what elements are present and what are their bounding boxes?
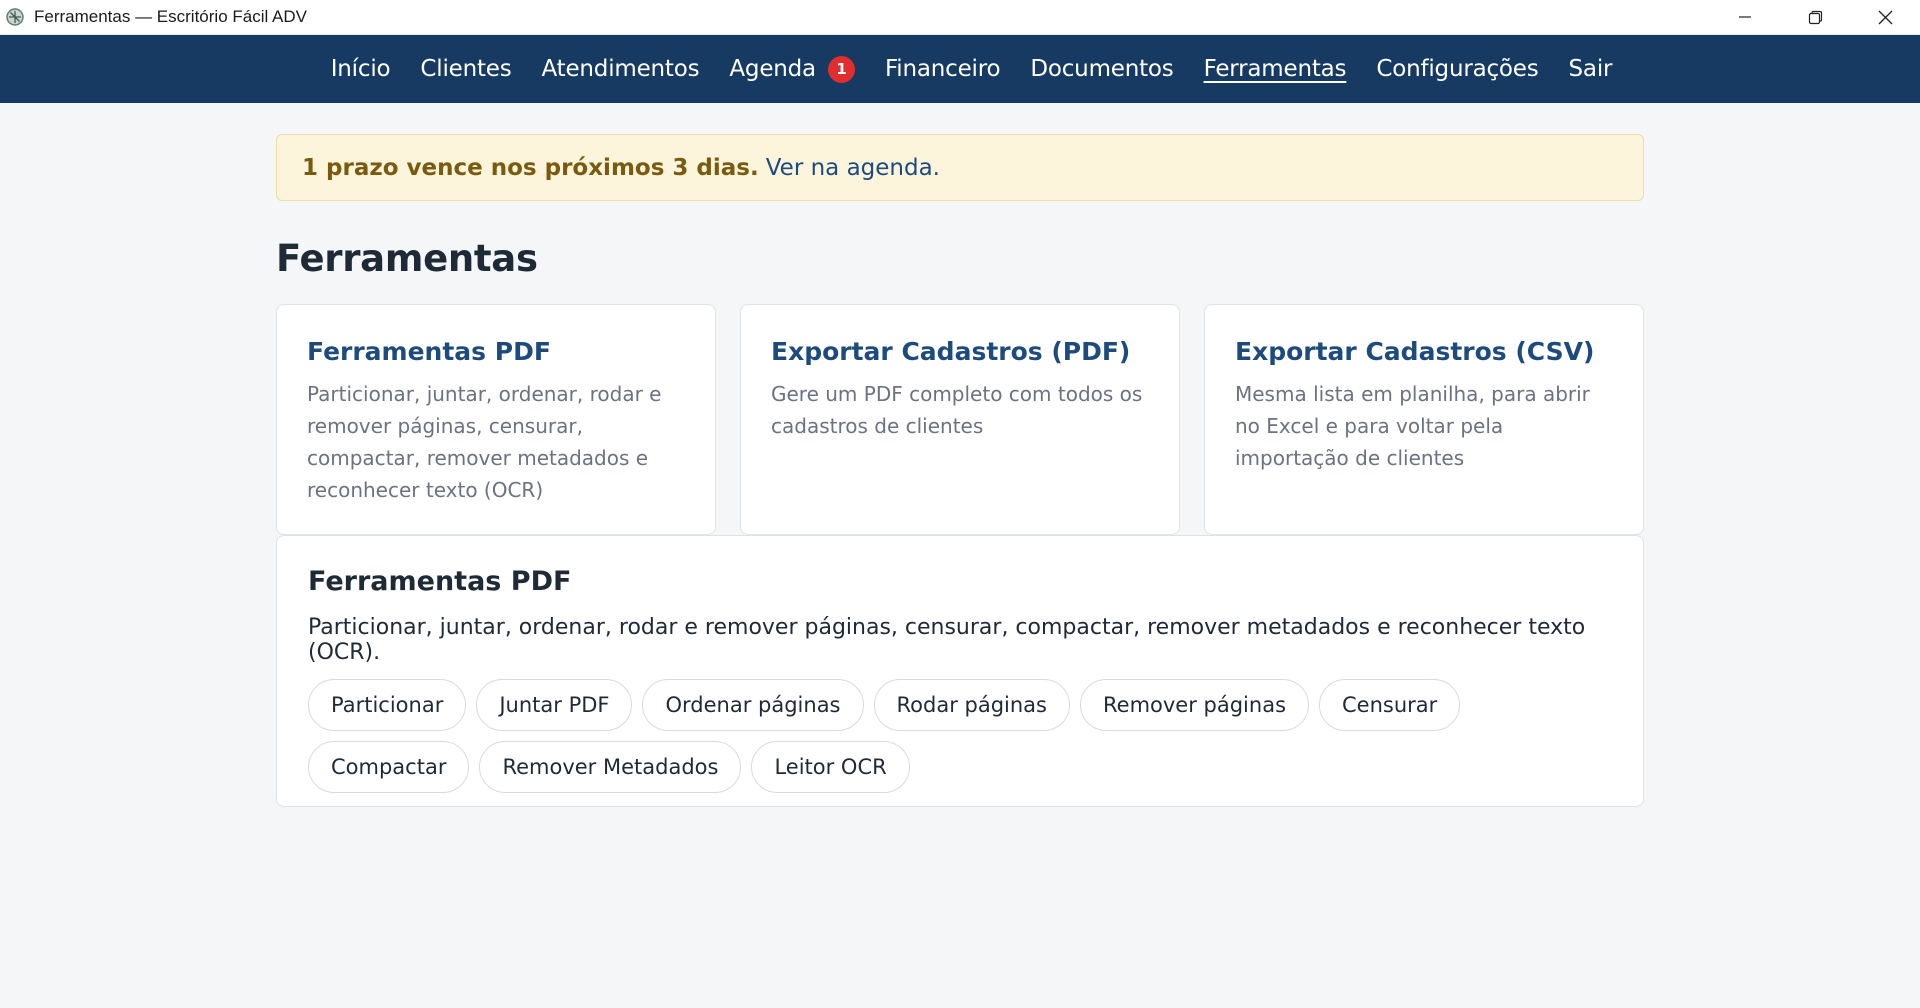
nav-agenda[interactable]: Agenda 1: [714, 55, 870, 83]
nav-ferramentas[interactable]: Ferramentas: [1189, 56, 1362, 82]
restore-icon: [1808, 10, 1822, 24]
nav-label: Clientes: [420, 56, 512, 82]
close-button[interactable]: [1850, 0, 1920, 34]
nav-clientes[interactable]: Clientes: [405, 56, 526, 82]
nav-label: Financeiro: [884, 56, 1001, 82]
panel-title: Ferramentas PDF: [308, 566, 572, 597]
card-ferramentas-pdf[interactable]: Ferramentas PDF Particionar, juntar, ord…: [276, 304, 716, 535]
card-description: Mesma lista em planilha, para abrir no E…: [1235, 382, 1590, 470]
nav-label: Atendimentos: [541, 56, 700, 82]
leitor-ocr-button[interactable]: Leitor OCR: [751, 741, 910, 793]
nav-atendimentos[interactable]: Atendimentos: [527, 56, 715, 82]
nav-configuracoes[interactable]: Configurações: [1361, 56, 1553, 82]
panel-description: Particionar, juntar, ordenar, rodar e re…: [308, 615, 1586, 665]
agenda-count-badge: 1: [827, 55, 855, 83]
card-exportar-csv[interactable]: Exportar Cadastros (CSV) Mesma lista em …: [1204, 304, 1644, 535]
censurar-button[interactable]: Censurar: [1319, 679, 1461, 731]
nav-label: Ferramentas: [1203, 56, 1347, 82]
window-title: Ferramentas — Escritório Fácil ADV: [34, 7, 308, 26]
minimize-icon: [1739, 16, 1751, 18]
nav-sair[interactable]: Sair: [1554, 56, 1628, 82]
remover-metadados-button[interactable]: Remover Metadados: [479, 741, 742, 793]
card-title: Exportar Cadastros (CSV): [1235, 337, 1595, 366]
card-description: Particionar, juntar, ordenar, rodar e re…: [307, 382, 662, 502]
nav-financeiro[interactable]: Financeiro: [870, 56, 1015, 82]
remover-paginas-button[interactable]: Remover páginas: [1080, 679, 1310, 731]
card-exportar-pdf[interactable]: Exportar Cadastros (PDF) Gere um PDF com…: [740, 304, 1180, 535]
window-controls: [1710, 0, 1920, 34]
nav-label: Configurações: [1376, 56, 1539, 82]
pdf-tool-buttons: Particionar Juntar PDF Ordenar páginas R…: [308, 679, 1612, 793]
nav-label: Sair: [1568, 56, 1613, 82]
card-title: Exportar Cadastros (PDF): [771, 337, 1131, 366]
card-title: Ferramentas PDF: [307, 337, 551, 366]
ordenar-paginas-button[interactable]: Ordenar páginas: [642, 679, 864, 731]
minimize-button[interactable]: [1710, 0, 1780, 34]
nav-list: Início Clientes Atendimentos Agenda 1 Fin…: [316, 55, 1628, 83]
main-nav: Início Clientes Atendimentos Agenda 1 Fin…: [0, 35, 1920, 103]
app-icon: [6, 8, 24, 26]
page-title: Ferramentas: [276, 237, 538, 280]
rodar-paginas-button[interactable]: Rodar páginas: [873, 679, 1070, 731]
deadline-alert: 1 prazo vence nos próximos 3 dias. Ver n…: [276, 134, 1644, 201]
juntar-pdf-button[interactable]: Juntar PDF: [476, 679, 633, 731]
pdf-tools-panel: Ferramentas PDF Particionar, juntar, ord…: [276, 535, 1644, 807]
nav-label: Documentos: [1030, 56, 1174, 82]
tool-cards: Ferramentas PDF Particionar, juntar, ord…: [276, 304, 1644, 535]
compactar-button[interactable]: Compactar: [308, 741, 470, 793]
alert-message: 1 prazo vence nos próximos 3 dias.: [302, 154, 759, 181]
alert-agenda-link[interactable]: Ver na agenda.: [766, 155, 940, 181]
nav-label: Início: [330, 56, 391, 82]
close-icon: [1878, 10, 1892, 24]
restore-button[interactable]: [1780, 0, 1850, 34]
title-bar: Ferramentas — Escritório Fácil ADV: [0, 0, 1920, 35]
particionar-button[interactable]: Particionar: [308, 679, 467, 731]
main-content: 1 prazo vence nos próximos 3 dias. Ver n…: [276, 103, 1644, 807]
nav-documentos[interactable]: Documentos: [1015, 56, 1188, 82]
nav-inicio[interactable]: Início: [316, 56, 406, 82]
nav-label: Agenda: [729, 56, 816, 82]
card-description: Gere um PDF completo com todos os cadast…: [771, 382, 1143, 438]
